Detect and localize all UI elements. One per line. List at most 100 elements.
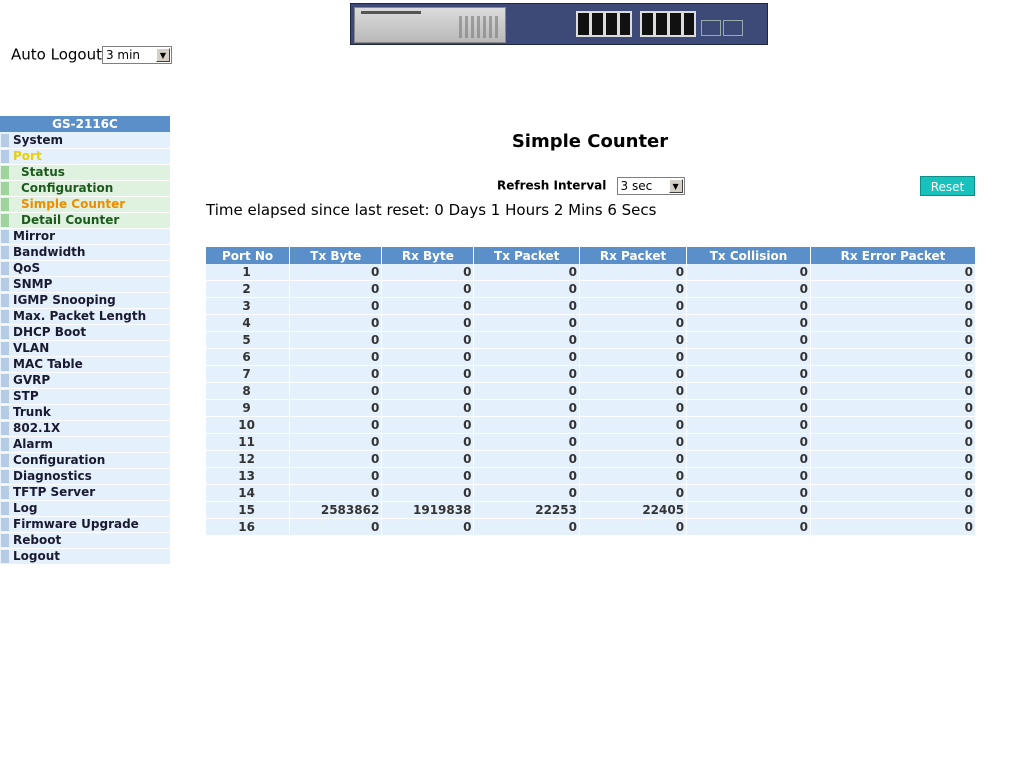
counter-cell: 0 [382, 264, 474, 281]
counter-cell: 0 [290, 417, 382, 434]
counter-cell: 0 [579, 264, 687, 281]
sidebar-item-label: STP [13, 389, 39, 403]
bullet-icon [1, 454, 9, 467]
sidebar-item-detail-counter[interactable]: Detail Counter [0, 213, 170, 229]
sidebar-item-bandwidth[interactable]: Bandwidth [0, 245, 170, 261]
bullet-icon [1, 198, 9, 211]
sidebar-item-label: Status [21, 165, 65, 179]
port-number-cell: 14 [206, 485, 290, 502]
bullet-icon [1, 374, 9, 387]
table-row: 16 0 0 0 0 0 0 [206, 519, 975, 536]
sidebar-item-trunk[interactable]: Trunk [0, 405, 170, 421]
sidebar-item-label: VLAN [13, 341, 50, 355]
counter-cell: 0 [687, 400, 810, 417]
sidebar-item-alarm[interactable]: Alarm [0, 437, 170, 453]
sidebar-item-max-packet-length[interactable]: Max. Packet Length [0, 309, 170, 325]
counter-cell: 0 [382, 417, 474, 434]
counter-cell: 0 [811, 519, 975, 536]
counter-cell: 0 [811, 502, 975, 519]
counter-cell: 0 [290, 485, 382, 502]
counter-cell: 0 [579, 519, 687, 536]
counter-cell: 0 [811, 315, 975, 332]
sidebar-item-igmp-snooping[interactable]: IGMP Snooping [0, 293, 170, 309]
sidebar-item-gvrp[interactable]: GVRP [0, 373, 170, 389]
counter-cell: 0 [687, 298, 810, 315]
sidebar-item-configuration[interactable]: Configuration [0, 453, 170, 469]
counter-cell: 0 [687, 383, 810, 400]
refresh-interval-select[interactable]: 3 sec ▼ [616, 177, 685, 195]
counter-cell: 0 [811, 417, 975, 434]
bullet-icon [1, 518, 9, 531]
counter-cell: 0 [687, 417, 810, 434]
counter-cell: 0 [382, 383, 474, 400]
sidebar-menu: System Port Status Configuration Simple Coun… [0, 133, 170, 565]
counter-cell: 0 [687, 281, 810, 298]
sidebar-item-vlan[interactable]: VLAN [0, 341, 170, 357]
refresh-interval-control: Refresh Interval 3 sec ▼ [497, 177, 685, 195]
sidebar-item-label: Bandwidth [13, 245, 86, 259]
table-row: 15 2583862 1919838 22253 22405 0 0 [206, 502, 975, 519]
column-header: Tx Byte [290, 247, 382, 264]
bullet-icon [1, 278, 9, 291]
counter-cell: 0 [474, 264, 579, 281]
table-row: 2000000 [206, 281, 975, 298]
sidebar-item-label: Max. Packet Length [13, 309, 147, 323]
table-row: 14 0 0 0 0 0 0 [206, 485, 975, 502]
sidebar-item-simple-counter[interactable]: Simple Counter [0, 197, 170, 213]
sidebar-item-dhcp-boot[interactable]: DHCP Boot [0, 325, 170, 341]
counter-cell: 0 [290, 366, 382, 383]
bullet-icon [1, 486, 9, 499]
counter-cell: 0 [474, 451, 579, 468]
port-number-cell: 16 [206, 519, 290, 536]
sidebar-item-diagnostics[interactable]: Diagnostics [0, 469, 170, 485]
port-number-cell: 4 [206, 315, 290, 332]
counter-cell: 0 [382, 468, 474, 485]
sidebar-item-mac-table[interactable]: MAC Table [0, 357, 170, 373]
counter-cell: 0 [579, 434, 687, 451]
sidebar-item-reboot[interactable]: Reboot [0, 533, 170, 549]
sidebar-item-802-1x[interactable]: 802.1X [0, 421, 170, 437]
sidebar: GS-2116C System Port Status Configuration Si… [0, 116, 170, 565]
counter-cell: 0 [579, 366, 687, 383]
sidebar-item-label: GVRP [13, 373, 51, 387]
sidebar-item-mirror[interactable]: Mirror [0, 229, 170, 245]
sidebar-item-label: SNMP [13, 277, 53, 291]
elapsed-time-text: Time elapsed since last reset: 0 Days 1 … [206, 201, 657, 219]
sidebar-item-configuration[interactable]: Configuration [0, 181, 170, 197]
bullet-icon [1, 422, 9, 435]
port-number-cell: 12 [206, 451, 290, 468]
auto-logout-select[interactable]: 3 min ▼ [101, 45, 172, 64]
counter-cell: 0 [687, 451, 810, 468]
counter-cell: 0 [474, 281, 579, 298]
counter-cell: 0 [687, 315, 810, 332]
sidebar-item-stp[interactable]: STP [0, 389, 170, 405]
sidebar-item-status[interactable]: Status [0, 165, 170, 181]
sidebar-item-log[interactable]: Log [0, 501, 170, 517]
sidebar-item-logout[interactable]: Logout [0, 549, 170, 565]
sidebar-item-label: IGMP Snooping [13, 293, 116, 307]
table-row: 5000000 [206, 332, 975, 349]
counter-cell: 0 [474, 417, 579, 434]
device-sfp-slot-1 [701, 20, 721, 36]
column-header: Tx Collision [687, 247, 810, 264]
port-number-cell: 8 [206, 383, 290, 400]
counter-cell: 0 [579, 485, 687, 502]
counter-cell: 0 [382, 298, 474, 315]
table-row: 1000000 [206, 264, 975, 281]
sidebar-item-label: 802.1X [13, 421, 61, 435]
counter-cell: 0 [290, 281, 382, 298]
bullet-icon [1, 294, 9, 307]
bullet-icon [1, 262, 9, 275]
counter-cell: 0 [687, 468, 810, 485]
port-number-cell: 2 [206, 281, 290, 298]
reset-button[interactable]: Reset [920, 176, 975, 196]
sidebar-item-label: Alarm [13, 437, 53, 451]
sidebar-item-label: Reboot [13, 533, 62, 547]
counter-cell: 0 [382, 434, 474, 451]
counter-cell: 0 [579, 298, 687, 315]
sidebar-item-snmp[interactable]: SNMP [0, 277, 170, 293]
bullet-icon [1, 358, 9, 371]
sidebar-item-qos[interactable]: QoS [0, 261, 170, 277]
sidebar-item-tftp-server[interactable]: TFTP Server [0, 485, 170, 501]
sidebar-item-firmware-upgrade[interactable]: Firmware Upgrade [0, 517, 170, 533]
